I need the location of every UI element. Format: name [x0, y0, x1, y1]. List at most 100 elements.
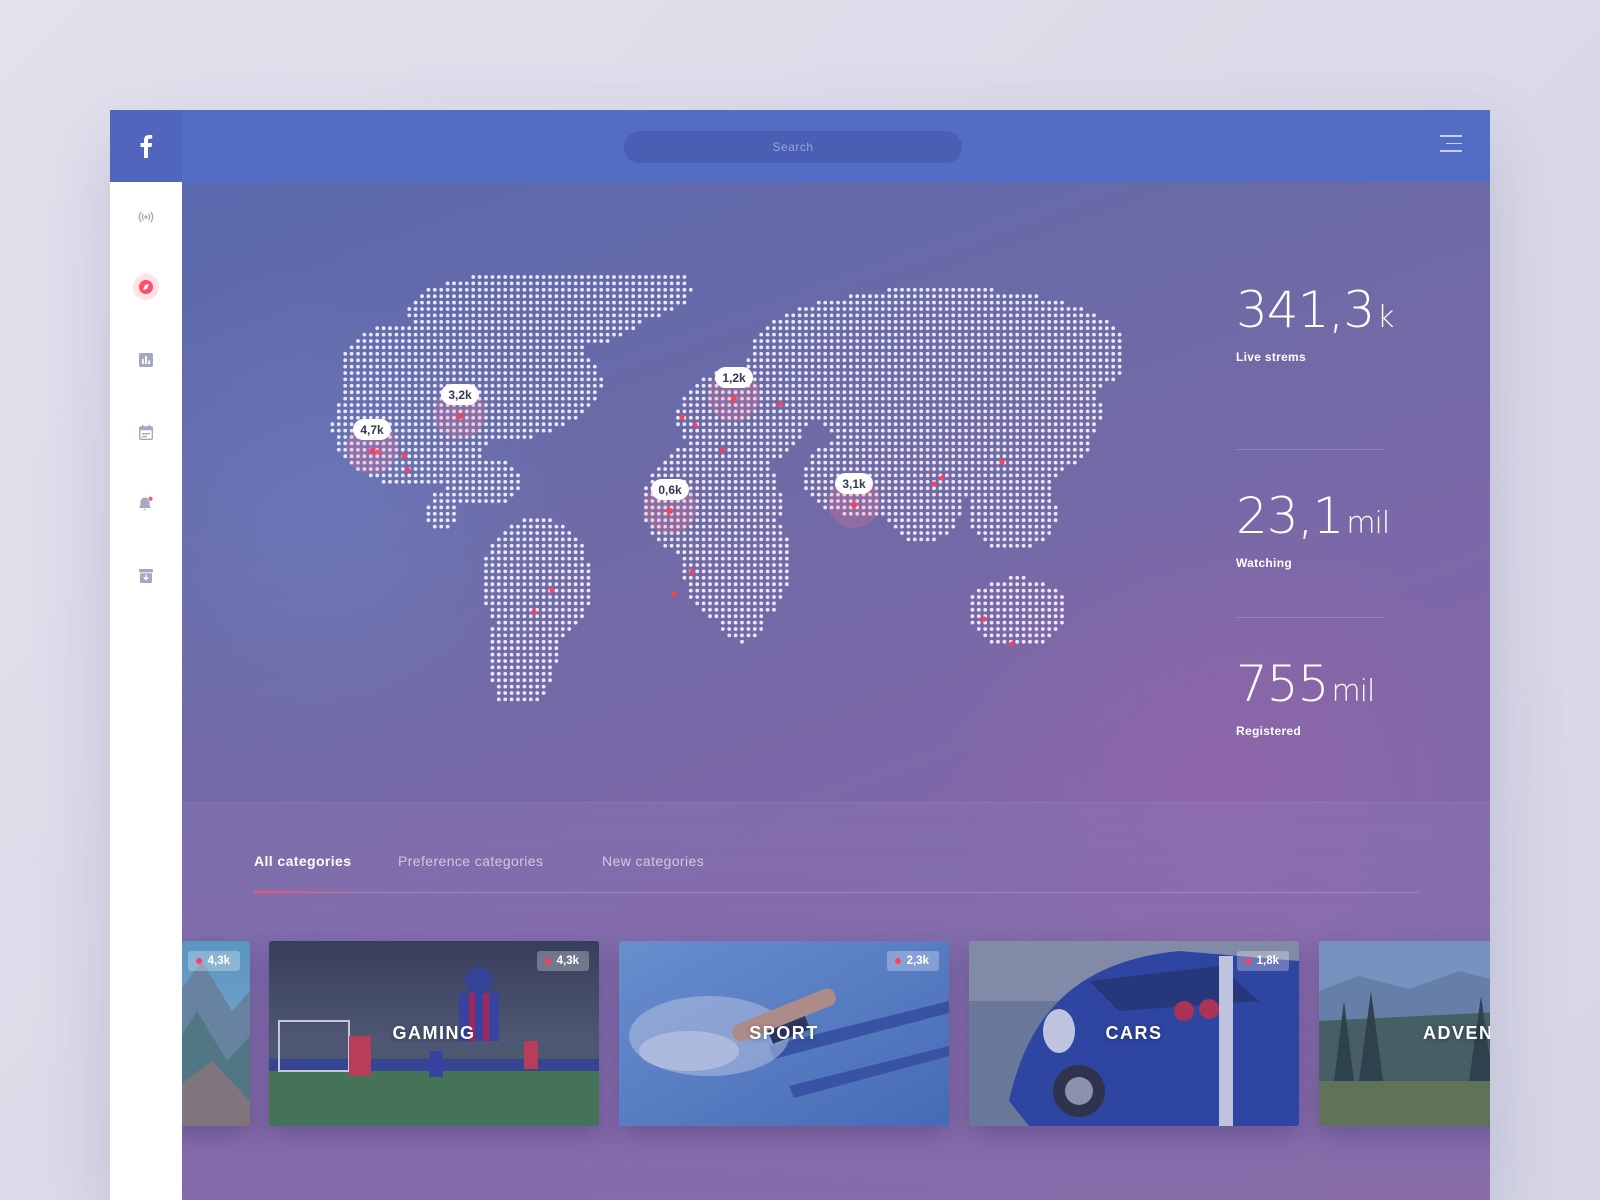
map-dot [509, 339, 514, 343]
map-dot [381, 390, 386, 395]
map-dot [1072, 396, 1077, 401]
map-dot [932, 428, 936, 433]
facebook-logo[interactable] [110, 110, 182, 182]
map-dot [912, 307, 917, 311]
map-dot [452, 319, 456, 324]
map-dot [932, 486, 936, 491]
map-dot [528, 435, 533, 439]
map-marker[interactable]: 4,7k [346, 419, 398, 474]
map-dot [432, 390, 437, 395]
map-dot [1008, 339, 1013, 343]
category-card-sport[interactable]: SPORT 2,3k [619, 941, 949, 1126]
tab-preference-categories[interactable]: Preference categories [398, 853, 543, 869]
activity-dot [1009, 641, 1015, 647]
map-dot [816, 467, 821, 471]
map-dot [496, 639, 501, 644]
map-dot [944, 307, 949, 311]
map-dot [426, 294, 431, 299]
map-dot [701, 415, 706, 420]
sidebar-item-notifications[interactable] [132, 490, 160, 518]
map-dot [496, 697, 501, 702]
map-dot [560, 332, 565, 337]
map-dot [1028, 332, 1032, 337]
map-dot [727, 563, 732, 567]
map-dot [669, 294, 674, 299]
map-dot [861, 326, 866, 331]
map-dot [842, 467, 847, 471]
category-card-adventure[interactable]: ADVEN [1319, 941, 1490, 1126]
map-dot [1021, 371, 1026, 375]
map-dot [765, 409, 770, 414]
sidebar-item-archive[interactable] [132, 562, 160, 590]
map-dot [983, 511, 988, 516]
map-dot [1028, 505, 1032, 510]
map-dot [778, 364, 783, 369]
map-dot [522, 607, 527, 612]
map-dot [816, 339, 821, 343]
map-dot [720, 505, 725, 510]
map-dot [1028, 543, 1032, 548]
map-dot [471, 467, 476, 471]
menu-button[interactable] [1440, 135, 1462, 157]
map-dot [733, 531, 738, 535]
map-dot [688, 422, 693, 427]
map-dot [989, 351, 994, 356]
sidebar-item-calendar[interactable] [132, 418, 160, 446]
category-card-gaming[interactable]: GAMING 4,3k [269, 941, 599, 1126]
map-dot [784, 403, 789, 407]
map-dot [548, 415, 552, 420]
map-dot [976, 383, 981, 388]
map-dot [746, 492, 751, 497]
map-dot [932, 364, 936, 369]
map-dot [740, 422, 744, 427]
map-dot [560, 307, 565, 311]
map-dot [432, 377, 437, 382]
tab-all-categories[interactable]: All categories [254, 853, 351, 869]
map-dot [842, 345, 847, 350]
map-dot [432, 441, 437, 446]
map-dot [842, 396, 847, 401]
map-dot [490, 294, 495, 299]
map-dot [1040, 313, 1045, 318]
map-dot [1079, 377, 1084, 382]
map-marker[interactable]: 1,2k [708, 367, 760, 422]
sidebar-item-stats[interactable] [132, 346, 160, 374]
map-dot [1079, 351, 1084, 356]
map-dot [989, 403, 994, 407]
map-dot [778, 454, 783, 459]
map-marker[interactable]: 3,1k [828, 473, 880, 528]
map-dot [836, 307, 840, 311]
compass-icon [133, 274, 159, 300]
map-dot [964, 460, 968, 465]
category-card-cars[interactable]: CARS 1,8k [969, 941, 1299, 1126]
map-dot [964, 428, 968, 433]
map-dot [1098, 383, 1103, 388]
map-dot [714, 511, 719, 516]
map-dot [688, 467, 693, 471]
map-dot [656, 537, 661, 542]
map-marker[interactable]: 0,6k [644, 479, 696, 534]
map-dot [1053, 351, 1058, 356]
sidebar-item-live[interactable] [132, 202, 160, 230]
map-dot [810, 358, 815, 363]
map-dot [1066, 307, 1071, 311]
map-dot [573, 319, 578, 324]
map-dot [996, 294, 1000, 299]
search-input[interactable] [624, 131, 962, 163]
map-dot [925, 403, 930, 407]
sidebar-item-explore[interactable] [132, 273, 160, 301]
map-dot [624, 281, 629, 286]
map-dot [752, 415, 757, 420]
tab-new-categories[interactable]: New categories [602, 853, 704, 869]
map-dot [490, 595, 495, 599]
map-dot [567, 531, 572, 535]
map-dot [976, 358, 981, 363]
map-marker[interactable]: 3,2k [434, 384, 486, 439]
marker-dot [731, 396, 737, 402]
category-card-partial[interactable]: 4,3k [182, 941, 250, 1126]
map-dot [746, 531, 751, 535]
map-dot [1066, 447, 1071, 452]
map-dot [925, 300, 930, 305]
map-dot [759, 492, 764, 497]
map-dot [535, 588, 540, 593]
